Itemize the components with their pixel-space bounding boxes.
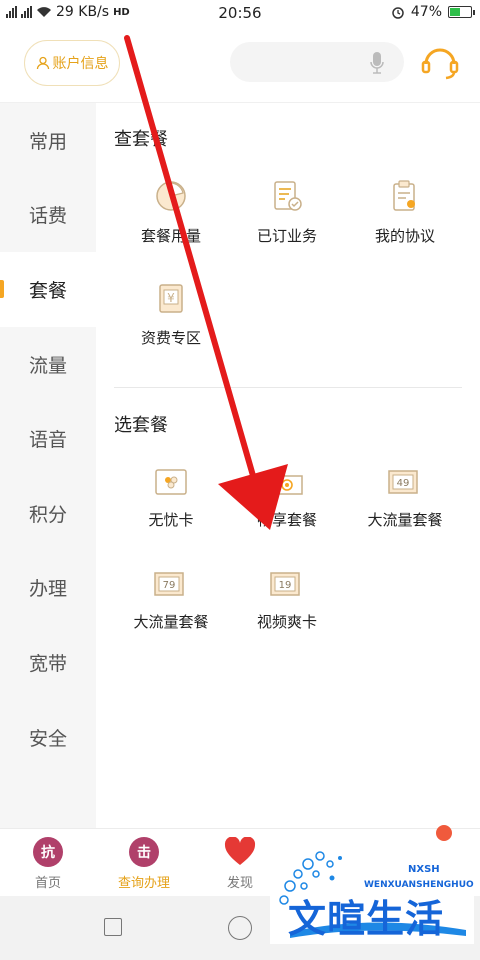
enjoy-plan-item[interactable]: 畅享套餐 bbox=[228, 467, 346, 530]
tab-home[interactable]: 抗 首页 bbox=[0, 837, 96, 891]
sidebar-item-apply[interactable]: 办理 bbox=[0, 551, 96, 626]
home-button[interactable] bbox=[228, 916, 252, 940]
plan-79-icon: 79 bbox=[154, 572, 184, 596]
tab-discover-label: 发现 bbox=[226, 876, 253, 891]
sidebar-item-security[interactable]: 安全 bbox=[0, 700, 96, 775]
video-card-item[interactable]: 19 视频爽卡 bbox=[228, 569, 346, 632]
enjoy-plan-label: 畅享套餐 bbox=[256, 511, 317, 529]
watermark-brand: 文暄生活 bbox=[288, 896, 445, 941]
worry-free-card-item[interactable]: 无忧卡 bbox=[112, 467, 230, 530]
my-agreement-label: 我的协议 bbox=[374, 227, 435, 245]
big-data-plan-79-label: 大流量套餐 bbox=[133, 613, 209, 631]
customer-service-icon[interactable] bbox=[421, 44, 459, 80]
big-data-plan-79-item[interactable]: 79 大流量套餐 bbox=[112, 569, 230, 632]
category-sidebar: 常用 话费 套餐 流量 语音 积分 办理 宽带 安全 bbox=[0, 103, 96, 828]
content-panel: 查套餐 套餐用量 已订业务 我的协议 ¥ 资费专区 选套餐 无忧卡 畅享套餐 4… bbox=[96, 103, 480, 828]
header: 账户信息 bbox=[0, 26, 480, 102]
my-agreement-item[interactable]: 我的协议 bbox=[346, 179, 464, 246]
battery-fill bbox=[450, 8, 461, 16]
plan-19-icon: 19 bbox=[270, 572, 300, 596]
big-data-plan-49-item[interactable]: 49 大流量套餐 bbox=[346, 467, 464, 530]
section-divider bbox=[114, 387, 462, 388]
folder-swirl-icon bbox=[271, 472, 303, 495]
usage-gauge-icon bbox=[156, 181, 186, 211]
svg-text:49: 49 bbox=[397, 478, 410, 489]
sidebar-item-data[interactable]: 流量 bbox=[0, 327, 96, 402]
notification-badge bbox=[436, 825, 452, 841]
svg-text:79: 79 bbox=[163, 580, 176, 591]
big-data-plan-49-label: 大流量套餐 bbox=[367, 511, 443, 529]
recent-apps-button[interactable] bbox=[104, 918, 122, 936]
sidebar-item-voice[interactable]: 语音 bbox=[0, 401, 96, 476]
clipboard-icon bbox=[393, 180, 415, 211]
tab-home-label: 首页 bbox=[34, 876, 61, 891]
subscribed-doc-icon bbox=[274, 181, 302, 211]
account-info-label: 账户信息 bbox=[52, 56, 109, 72]
status-right: 47% bbox=[391, 4, 475, 20]
section-title-choose-plan: 选套餐 bbox=[114, 415, 168, 436]
battery-percent: 47% bbox=[410, 4, 442, 20]
watermark-logo: NXSH WENXUANSHENGHUO 文暄生活 bbox=[270, 844, 474, 944]
account-info-button[interactable]: 账户信息 bbox=[24, 40, 120, 86]
battery-icon bbox=[448, 6, 475, 18]
plan-usage-label: 套餐用量 bbox=[140, 227, 201, 245]
microphone-icon[interactable] bbox=[370, 52, 384, 74]
sidebar-item-plan[interactable]: 套餐 bbox=[0, 252, 96, 327]
plan-49-icon: 49 bbox=[388, 470, 418, 494]
home-tab-icon: 抗 bbox=[33, 837, 63, 867]
alarm-icon bbox=[392, 7, 404, 19]
section-title-check-plan: 查套餐 bbox=[114, 129, 168, 150]
svg-text:19: 19 bbox=[279, 580, 292, 591]
user-icon bbox=[36, 56, 49, 70]
plan-usage-item[interactable]: 套餐用量 bbox=[112, 179, 230, 246]
subscribed-services-label: 已订业务 bbox=[256, 227, 317, 245]
query-tab-icon: 击 bbox=[129, 837, 159, 867]
tariff-zone-item[interactable]: ¥ 资费专区 bbox=[112, 281, 230, 348]
tab-query[interactable]: 击 查询办理 bbox=[96, 837, 192, 891]
tab-query-label: 查询办理 bbox=[117, 876, 170, 891]
search-input[interactable] bbox=[230, 42, 404, 82]
subscribed-services-item[interactable]: 已订业务 bbox=[228, 179, 346, 246]
status-bar: 29 KB/s HD 20:56 47% bbox=[0, 0, 480, 26]
heart-icon bbox=[224, 837, 256, 865]
worry-free-card-label: 无忧卡 bbox=[148, 511, 194, 529]
sidebar-item-points[interactable]: 积分 bbox=[0, 476, 96, 551]
yuan-book-icon: ¥ bbox=[159, 284, 183, 313]
sim-card-icon bbox=[155, 469, 187, 495]
sidebar-item-common[interactable]: 常用 bbox=[0, 103, 96, 178]
watermark-abbr: NXSH bbox=[408, 864, 440, 875]
tariff-zone-label: 资费专区 bbox=[140, 329, 201, 347]
sidebar-item-broadband[interactable]: 宽带 bbox=[0, 625, 96, 700]
sidebar-item-balance[interactable]: 话费 bbox=[0, 178, 96, 253]
svg-text:¥: ¥ bbox=[167, 291, 175, 305]
video-card-label: 视频爽卡 bbox=[256, 613, 317, 631]
